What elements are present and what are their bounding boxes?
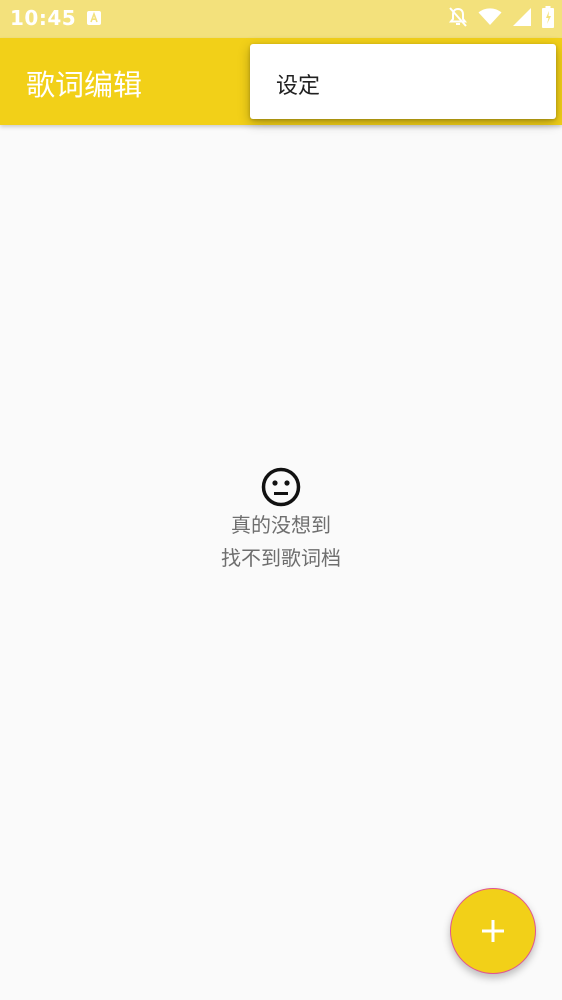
- add-lyrics-button[interactable]: [450, 888, 536, 974]
- neutral-face-icon: [261, 467, 301, 507]
- menu-item-settings[interactable]: 设定: [250, 44, 556, 119]
- app-title: 歌词编辑: [26, 68, 143, 102]
- signal-icon: [512, 8, 532, 30]
- empty-message-line1: 真的没想到: [231, 513, 331, 537]
- status-bar: 10:45: [0, 0, 562, 38]
- empty-message-line2: 找不到歌词档: [221, 546, 341, 570]
- status-time: 10:45: [10, 6, 77, 30]
- do-not-disturb-icon: [448, 6, 468, 32]
- overflow-menu: 设定: [250, 44, 556, 119]
- status-icons: [448, 6, 554, 32]
- battery-icon: [542, 6, 554, 32]
- plus-icon: [482, 920, 504, 942]
- wifi-icon: [478, 8, 502, 30]
- empty-state: 真的没想到 找不到歌词档: [0, 467, 562, 575]
- menu-item-label: 设定: [276, 74, 321, 99]
- notification-a-icon: [86, 10, 102, 30]
